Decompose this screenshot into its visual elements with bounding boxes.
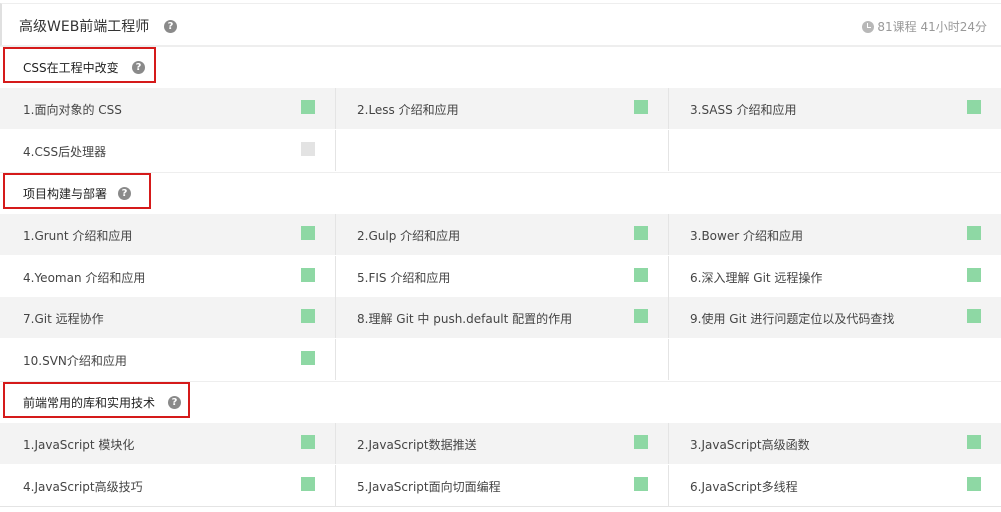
section-title: 项目构建与部署 [23,187,108,201]
lesson-row: 7.Git 远程协作 8.理解 Git 中 push.default 配置的作用 9… [0,297,1001,338]
empty-cell [336,130,669,171]
lesson-row: 4.Yeoman 介绍和应用 5.FIS 介绍和应用 6.深入理解 Git 远程操作 [0,256,1001,297]
lesson-status-icon [967,226,981,240]
lesson-status-icon [634,268,648,282]
lesson-status-icon [301,268,315,282]
lesson-link[interactable]: 2.Gulp 介绍和应用 [357,227,460,244]
clock-icon [862,21,875,33]
lesson-item[interactable]: 5.JavaScript面向切面编程 [336,465,669,506]
lesson-row: 1.Grunt 介绍和应用 2.Gulp 介绍和应用 3.Bower 介绍和应用 [0,214,1001,255]
lesson-item[interactable]: 3.Bower 介绍和应用 [669,214,1001,255]
lesson-link[interactable]: 4.Yeoman 介绍和应用 [23,269,145,286]
lesson-link[interactable]: 6.JavaScript多线程 [690,478,798,495]
lesson-link[interactable]: 4.JavaScript高级技巧 [23,478,143,495]
divider [0,506,1001,507]
course-outline: 高级WEB前端工程师 ? 81课程 41小时24分 CSS在工程中改变? 1.面向… [0,0,1001,512]
lesson-link[interactable]: 5.JavaScript面向切面编程 [357,478,501,495]
lesson-item[interactable]: 10.SVN介绍和应用 [0,339,336,380]
section-header: CSS在工程中改变? [3,47,156,83]
empty-cell [336,339,669,380]
lesson-status-icon [301,100,315,114]
lesson-status-icon [967,309,981,323]
section-title: 前端常用的库和实用技术 [23,396,156,410]
lesson-status-icon [301,477,315,491]
lesson-status-icon [301,351,315,365]
lesson-status-icon [301,309,315,323]
lesson-item[interactable]: 7.Git 远程协作 [0,297,336,338]
lesson-status-icon [967,268,981,282]
lesson-link[interactable]: 3.JavaScript高级函数 [690,436,810,453]
lesson-link[interactable]: 2.JavaScript数据推送 [357,436,477,453]
help-icon[interactable]: ? [168,396,181,409]
help-icon[interactable]: ? [118,187,131,200]
lesson-row: 4.JavaScript高级技巧 5.JavaScript面向切面编程 6.Java… [0,465,1001,506]
lesson-item[interactable]: 4.Yeoman 介绍和应用 [0,256,336,297]
lesson-row: 1.JavaScript 模块化 2.JavaScript数据推送 3.JavaSc… [0,423,1001,464]
lesson-status-icon [967,477,981,491]
lesson-link[interactable]: 1.JavaScript 模块化 [23,436,134,453]
lesson-item[interactable]: 6.JavaScript多线程 [669,465,1001,506]
course-stats-text: 81课程 41小时24分 [877,20,987,34]
help-icon[interactable]: ? [132,61,145,74]
lesson-item[interactable]: 3.JavaScript高级函数 [669,423,1001,464]
lesson-status-icon [634,477,648,491]
lesson-item[interactable]: 1.JavaScript 模块化 [0,423,336,464]
lesson-link[interactable]: 8.理解 Git 中 push.default 配置的作用 [357,310,572,327]
lesson-status-icon [967,435,981,449]
course-stats: 81课程 41小时24分 [862,18,987,35]
course-header: 高级WEB前端工程师 ? 81课程 41小时24分 [0,3,1001,46]
lesson-status-icon [967,100,981,114]
lesson-item[interactable]: 5.FIS 介绍和应用 [336,256,669,297]
lesson-link[interactable]: 3.SASS 介绍和应用 [690,101,797,118]
lesson-row: 4.CSS后处理器 [0,130,1001,171]
lesson-row: 1.面向对象的 CSS 2.Less 介绍和应用 3.SASS 介绍和应用 [0,88,1001,129]
lesson-item[interactable]: 3.SASS 介绍和应用 [669,88,1001,129]
lesson-link[interactable]: 5.FIS 介绍和应用 [357,269,450,286]
lesson-status-icon [301,142,315,156]
lesson-item[interactable]: 4.CSS后处理器 [0,130,336,171]
help-icon[interactable]: ? [164,20,177,33]
course-title: 高级WEB前端工程师 [19,19,150,35]
lesson-item[interactable]: 9.使用 Git 进行问题定位以及代码查找 [669,297,1001,338]
lesson-link[interactable]: 4.CSS后处理器 [23,143,106,160]
lesson-status-icon [634,435,648,449]
lesson-link[interactable]: 1.面向对象的 CSS [23,101,122,118]
lesson-item[interactable]: 8.理解 Git 中 push.default 配置的作用 [336,297,669,338]
lesson-link[interactable]: 7.Git 远程协作 [23,310,104,327]
lesson-link[interactable]: 1.Grunt 介绍和应用 [23,227,132,244]
lesson-status-icon [634,100,648,114]
lesson-link[interactable]: 6.深入理解 Git 远程操作 [690,269,822,286]
lesson-item[interactable]: 2.Less 介绍和应用 [336,88,669,129]
lesson-link[interactable]: 9.使用 Git 进行问题定位以及代码查找 [690,310,894,327]
lesson-link[interactable]: 2.Less 介绍和应用 [357,101,459,118]
lesson-item[interactable]: 2.Gulp 介绍和应用 [336,214,669,255]
lesson-item[interactable]: 1.面向对象的 CSS [0,88,336,129]
lesson-item[interactable]: 4.JavaScript高级技巧 [0,465,336,506]
section-header: 项目构建与部署? [3,173,151,209]
lesson-row: 10.SVN介绍和应用 [0,339,1001,380]
lesson-item[interactable]: 6.深入理解 Git 远程操作 [669,256,1001,297]
lesson-status-icon [634,309,648,323]
empty-cell [669,130,1001,171]
lesson-link[interactable]: 10.SVN介绍和应用 [23,352,127,369]
lesson-item[interactable]: 1.Grunt 介绍和应用 [0,214,336,255]
section-header: 前端常用的库和实用技术? [3,382,190,418]
section-title: CSS在工程中改变 [23,61,119,75]
lesson-status-icon [301,435,315,449]
empty-cell [669,339,1001,380]
lesson-link[interactable]: 3.Bower 介绍和应用 [690,227,803,244]
lesson-status-icon [301,226,315,240]
lesson-item[interactable]: 2.JavaScript数据推送 [336,423,669,464]
lesson-status-icon [634,226,648,240]
